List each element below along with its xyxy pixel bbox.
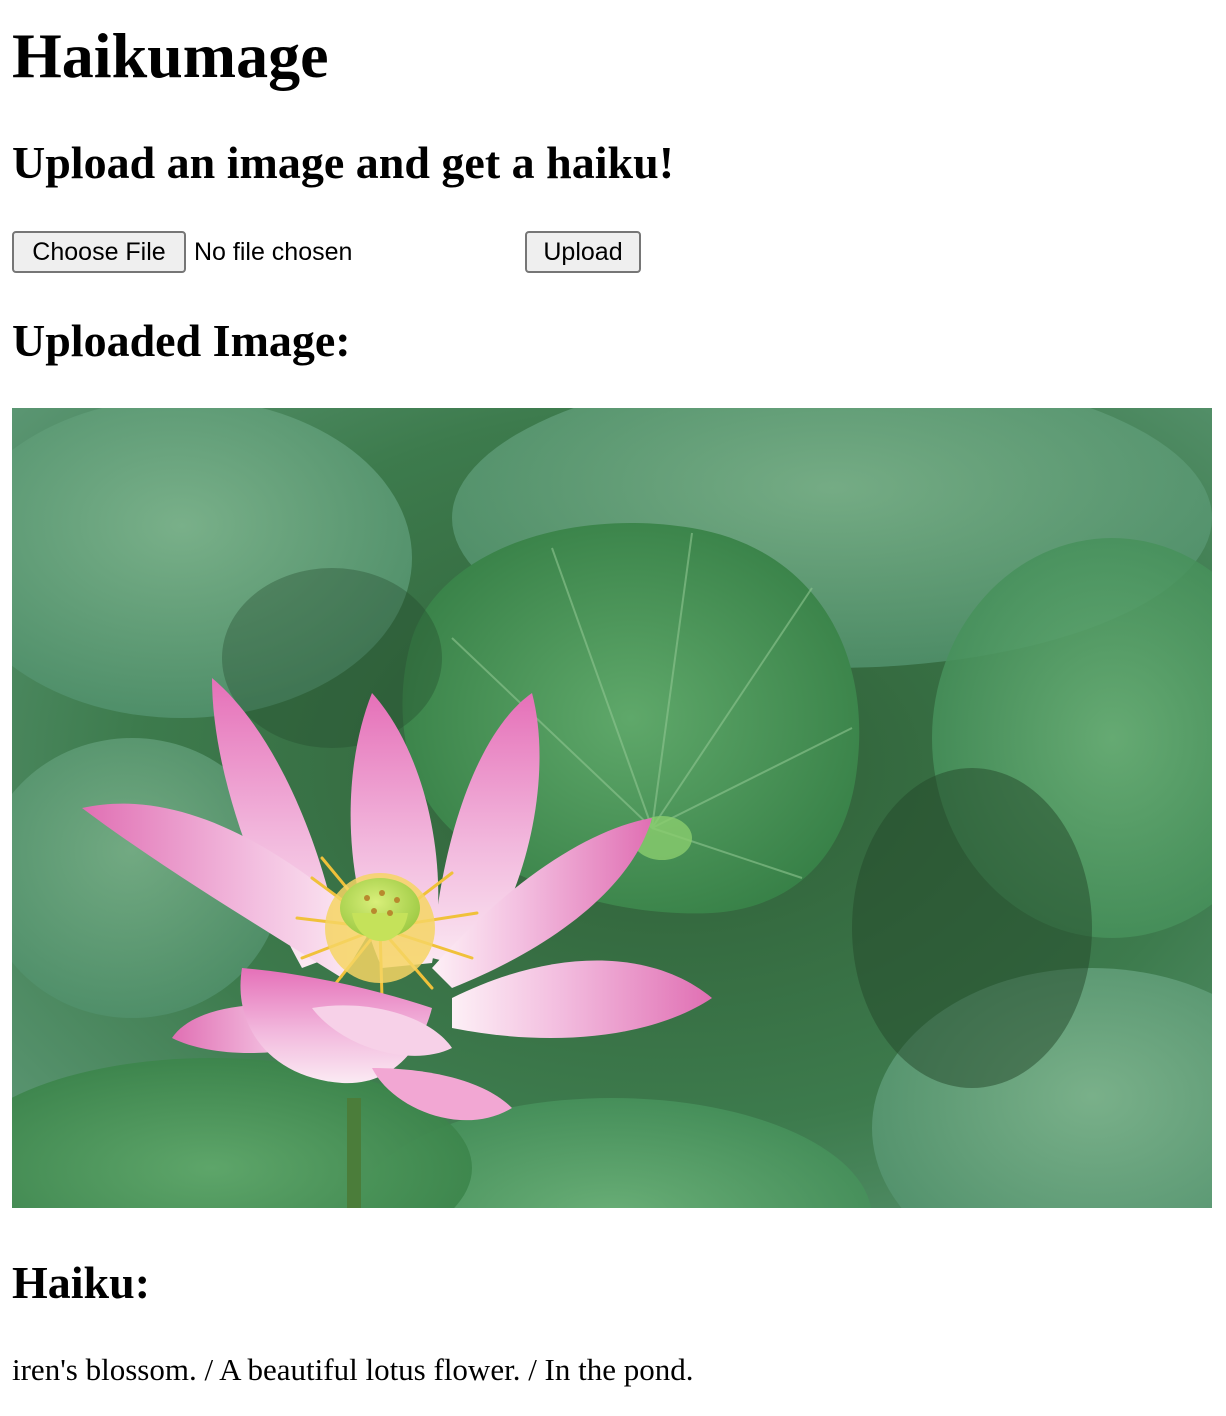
haiku-heading: Haiku: — [12, 1257, 151, 1308]
uploaded-image — [12, 408, 1212, 1208]
choose-file-button[interactable]: Choose File — [12, 231, 186, 273]
uploaded-image-heading: Uploaded Image: — [12, 315, 351, 366]
lotus-flower-photo — [12, 408, 1212, 1208]
upload-button[interactable]: Upload — [525, 231, 641, 273]
page-subtitle: Upload an image and get a haiku! — [12, 137, 675, 188]
upload-form: Choose File No file chosen Upload — [12, 231, 712, 275]
file-status-text: No file chosen — [194, 238, 353, 266]
haiku-text: iren's blossom. / A beautiful lotus flow… — [12, 1352, 694, 1387]
app-title: Haikumage — [12, 20, 329, 91]
